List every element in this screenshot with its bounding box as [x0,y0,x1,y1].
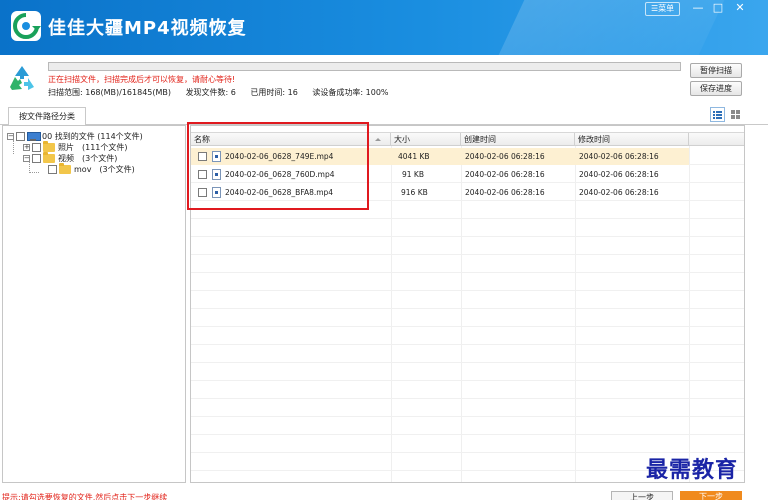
list-view-button[interactable] [710,107,725,122]
file-size: 916 KB [401,188,428,197]
file-modified: 2040-02-06 06:28:16 [579,152,659,161]
computer-icon [27,132,41,141]
folder-icon [43,152,55,163]
footer-message: 提示:请勾选要恢复的文件,然后点击下一步继续 [2,493,168,500]
scan-status-panel: 正在扫描文件，扫描完成后才可以恢复，请耐心等待! 扫描范围: 168(MB)/1… [0,55,768,103]
column-header-modified[interactable]: 修改时间 [575,133,689,146]
tree-item-videos-checkbox[interactable] [32,154,41,163]
column-header-size[interactable]: 大小 [391,133,461,146]
maximize-button[interactable]: □ [708,1,728,15]
scan-range: 扫描范围: 168(MB)/161845(MB) [48,88,172,97]
file-size: 4041 KB [398,152,430,161]
file-created: 2040-02-06 06:28:16 [465,170,545,179]
list-view-icon [713,111,722,119]
column-header-created[interactable]: 创建时间 [461,133,575,146]
tree-item-mov-count: (3个文件) [99,165,135,174]
tree-item-photos-count: (111个文件) [82,143,128,152]
tree-item-videos-count: (3个文件) [82,154,118,163]
menu-button[interactable]: ☰菜单 [645,2,681,16]
file-modified: 2040-02-06 06:28:16 [579,170,659,179]
read-success-rate: 读设备成功率: 100% [312,88,389,97]
scan-progress-bar [48,62,681,71]
grid-view-button[interactable] [728,107,743,122]
tree-item-mov[interactable]: mov (3个文件) [48,163,135,175]
tree-item-photos-label: 照片 [58,143,74,152]
files-found: 发现文件数: 6 [185,88,236,97]
previous-step-button[interactable]: 上一步 [611,491,673,500]
pause-scan-button[interactable]: 暂停扫描 [690,63,742,78]
tree-item-photos[interactable]: + 照片 (111个文件) [23,141,128,153]
tab-bar: 按文件路径分类 [0,103,768,126]
file-created: 2040-02-06 06:28:16 [465,152,545,161]
save-progress-button[interactable]: 保存进度 [690,81,742,96]
tree-item-videos[interactable]: − 视频 (3个文件) [23,152,118,164]
title-bar: 佳佳大疆MP4视频恢复 ☰菜单 — □ ✕ [0,0,768,55]
scan-stats: 扫描范围: 168(MB)/161845(MB) 发现文件数: 6 已用时间: … [48,87,401,98]
tree-item-mov-checkbox[interactable] [48,165,57,174]
file-modified: 2040-02-06 06:28:16 [579,188,659,197]
sort-up-icon [375,138,381,141]
tree-item-mov-label: mov [74,165,92,174]
grid-view-icon [731,110,740,119]
folder-icon [59,163,71,174]
file-size: 91 KB [402,170,424,179]
tree-root-label: 00 找到的文件 (114个文件) [42,132,143,141]
expand-icon[interactable]: + [23,144,30,151]
next-step-button[interactable]: 下一步 [680,491,742,500]
file-created: 2040-02-06 06:28:16 [465,188,545,197]
app-title: 佳佳大疆MP4视频恢复 [48,18,247,39]
folder-tree: − 00 找到的文件 (114个文件) + 照片 (111个文件) − 视频 (… [2,125,186,483]
watermark: 最需教育 [646,457,739,483]
annotation-highlight-box [187,122,369,210]
collapse-icon[interactable]: − [7,133,14,140]
recycle-icon [10,66,34,90]
tab-by-path[interactable]: 按文件路径分类 [8,107,86,126]
collapse-icon[interactable]: − [23,155,30,162]
minimize-button[interactable]: — [688,1,708,15]
tree-item-photos-checkbox[interactable] [32,143,41,152]
app-logo-icon [11,11,41,41]
tree-root-checkbox[interactable] [16,132,25,141]
close-button[interactable]: ✕ [730,1,750,15]
elapsed-time: 已用时间: 16 [250,88,298,97]
scan-message: 正在扫描文件，扫描完成后才可以恢复，请耐心等待! [48,75,236,84]
folder-icon [43,141,55,152]
tree-root[interactable]: − 00 找到的文件 (114个文件) [7,131,143,142]
